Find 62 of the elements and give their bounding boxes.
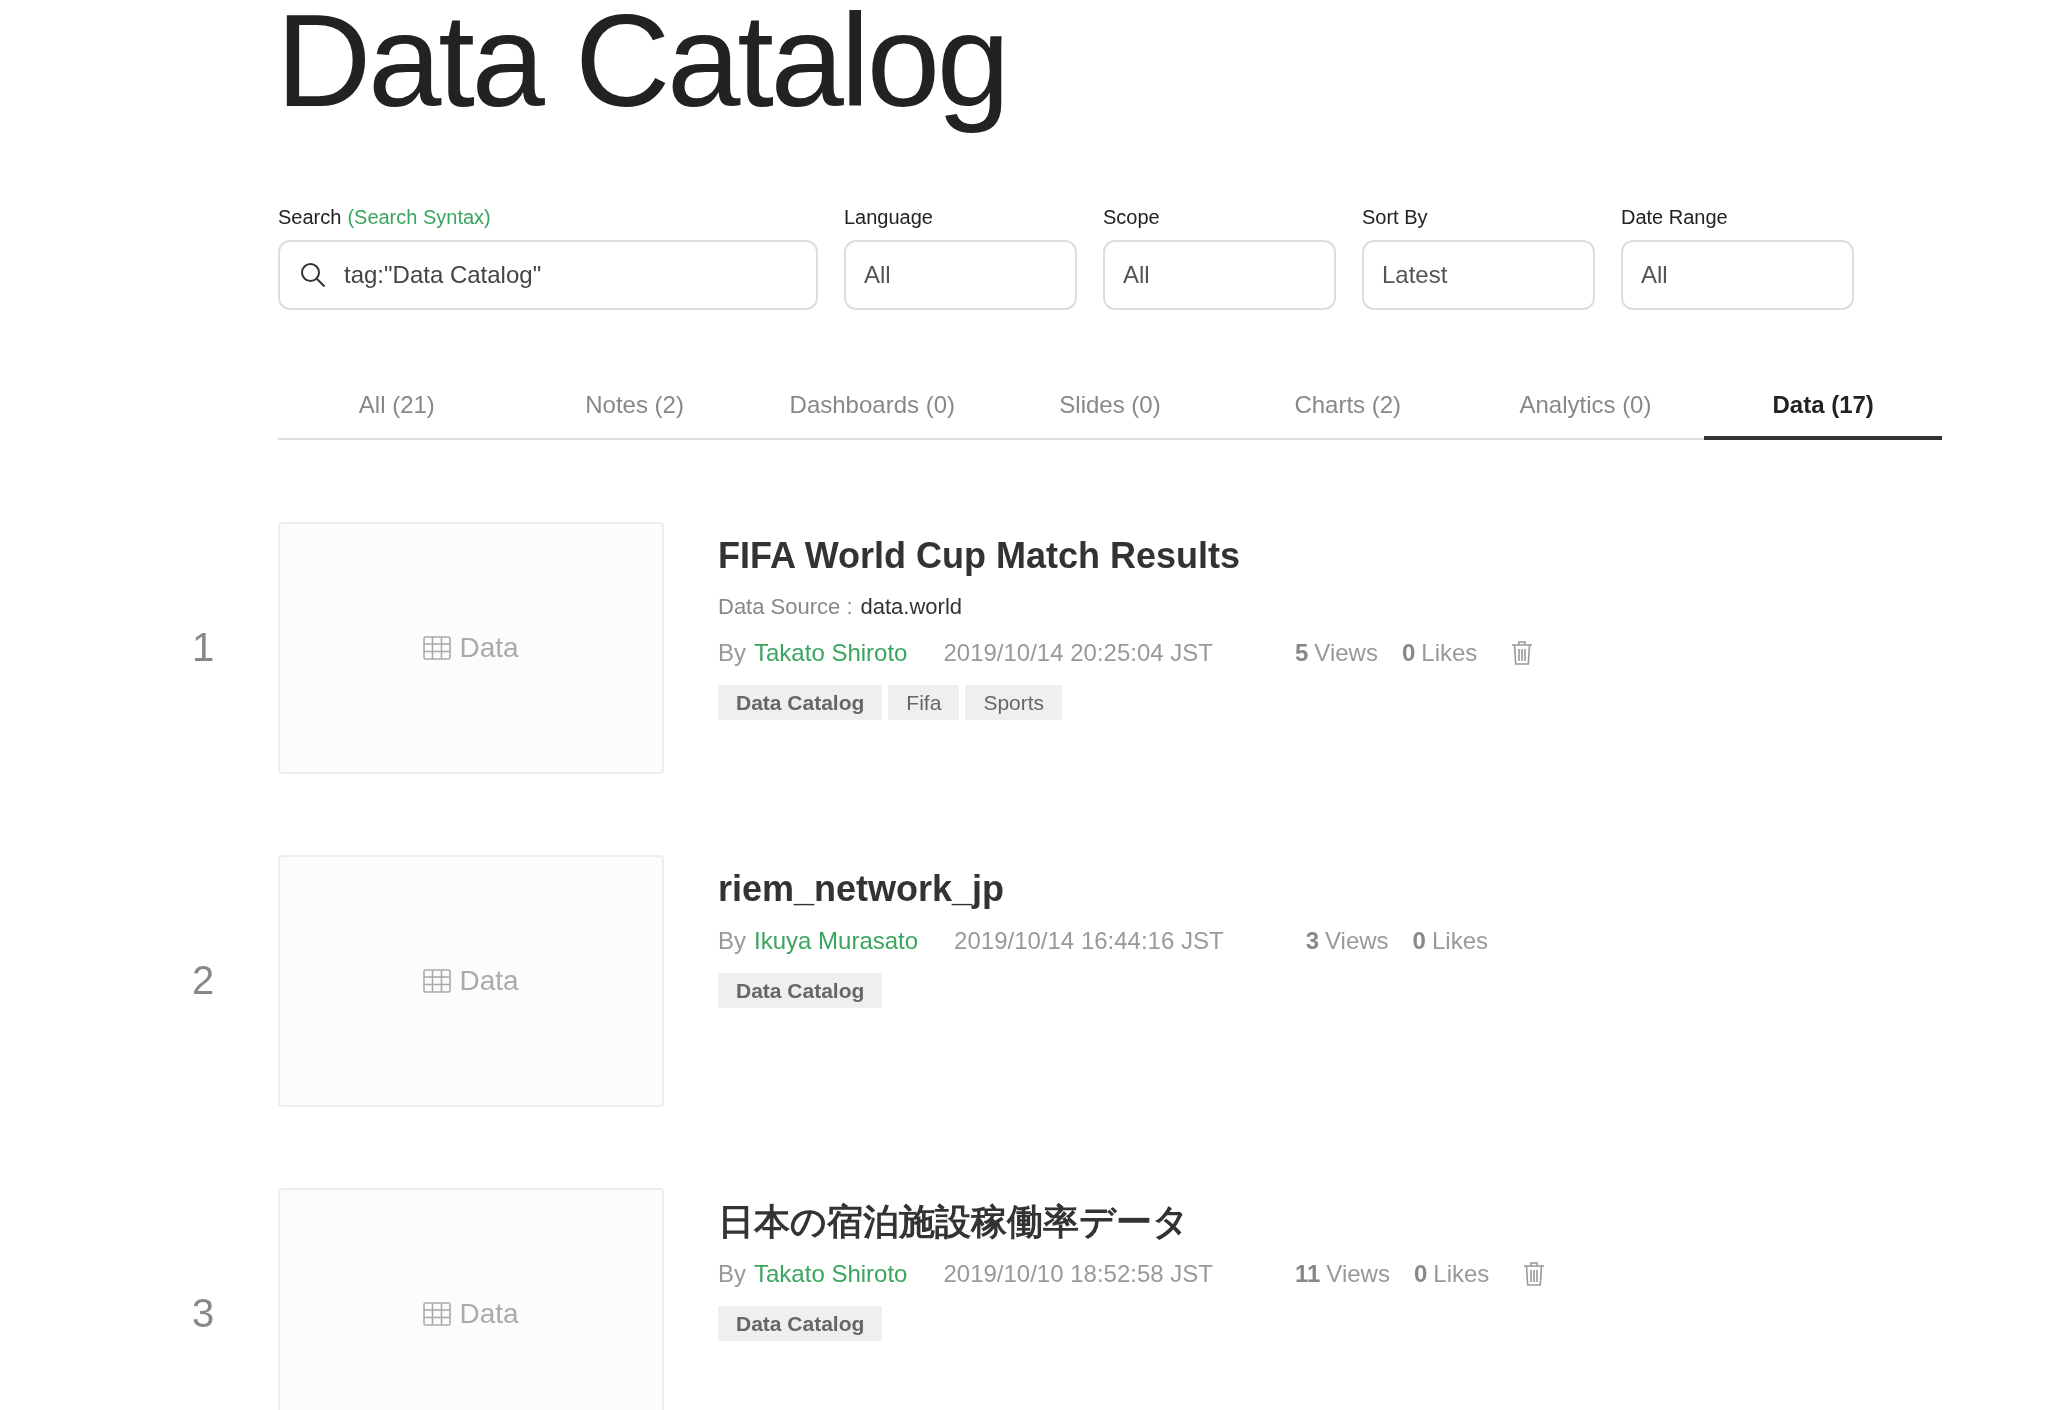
item-date: 2019/10/14 16:44:16 JST [954,925,1224,956]
view-count: 3 [1305,925,1319,956]
author-link[interactable]: Ikuya Murasato [754,922,919,959]
search-syntax-link[interactable]: (Search Syntax) [347,202,491,233]
view-count: 5 [1295,637,1309,668]
filter-label: Language [844,205,934,231]
search-field[interactable]: tag:"Data Catalog" [278,240,818,311]
filter-label: Scope [1103,205,1161,231]
by-label: By [718,925,746,956]
item-number: 1 [191,624,216,672]
category-tab[interactable]: All (21) [278,374,516,441]
category-tab[interactable]: Charts (2) [1228,374,1467,441]
data-source-value: data.world [860,592,963,621]
item-title[interactable]: riem_network_jp [718,867,1488,911]
filter-select[interactable]: All [844,240,1077,311]
tag-chip[interactable]: Data Catalog [718,1305,883,1342]
search-icon [300,262,326,289]
thumbnail-label: Data [459,964,519,999]
view-count: 11 [1295,1258,1321,1289]
author-link[interactable]: Takato Shiroto [754,634,908,671]
filter-select[interactable]: Latest [1362,240,1595,311]
like-count: 0 [1401,637,1416,668]
likes-label: Likes [1431,925,1488,956]
page-title: Data Catalog [276,0,1007,136]
category-tab[interactable]: Slides (0) [991,374,1229,441]
table-icon [423,636,452,661]
views-label: Views [1325,925,1389,956]
by-label: By [718,1258,746,1289]
trash-icon[interactable] [1511,639,1534,666]
like-count: 0 [1412,925,1426,956]
tag-chip[interactable]: Data Catalog [718,684,883,721]
tag-chip[interactable]: Fifa [888,684,960,721]
by-label: By [718,637,746,668]
item-date: 2019/10/14 20:25:04 JST [943,637,1213,668]
item-date: 2019/10/10 18:52:58 JST [943,1258,1213,1289]
table-icon [423,1302,452,1327]
category-tab[interactable]: Dashboards (0) [753,374,992,441]
filter-label: Sort By [1362,205,1429,231]
filter-label: Date Range [1621,205,1729,231]
item-number: 2 [191,957,216,1005]
item-title[interactable]: FIFA World Cup Match Results [718,534,1534,578]
filter-select[interactable]: All [1621,240,1854,311]
like-count: 0 [1413,1258,1428,1289]
filter-select[interactable]: All [1103,240,1336,311]
likes-label: Likes [1433,1258,1490,1289]
thumbnail-label: Data [459,1297,519,1332]
data-source-label: Data Source : [718,592,853,621]
table-icon [423,969,452,994]
thumbnail-label: Data [459,631,519,666]
category-tab[interactable]: Data (17) [1704,374,1943,441]
item-title[interactable]: 日本の宿泊施設稼働率データ [718,1200,1546,1244]
likes-label: Likes [1421,637,1478,668]
search-label: Search [278,205,342,231]
trash-icon[interactable] [1523,1260,1546,1287]
views-label: Views [1326,1258,1390,1289]
item-number: 3 [191,1290,216,1338]
tag-chip[interactable]: Sports [965,684,1063,721]
tag-chip[interactable]: Data Catalog [718,972,883,1009]
author-link[interactable]: Takato Shiroto [754,1255,908,1292]
category-tab[interactable]: Analytics (0) [1466,374,1705,441]
category-tab[interactable]: Notes (2) [515,374,754,441]
views-label: Views [1314,637,1378,668]
